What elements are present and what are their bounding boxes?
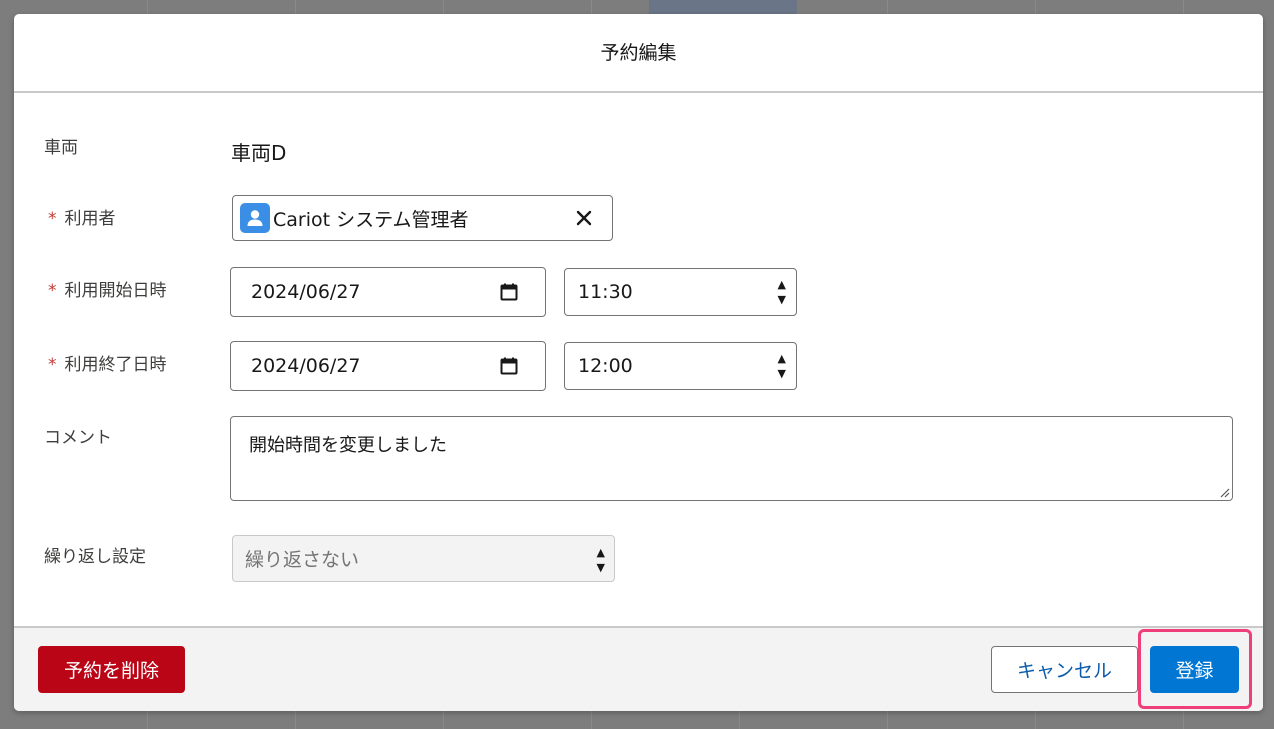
user-lookup-field[interactable]: Cariot システム管理者	[232, 195, 613, 241]
comment-textarea[interactable]: 開始時間を変更しました	[230, 416, 1233, 501]
time-spinner-icon[interactable]: ▲ ▼	[778, 351, 786, 381]
start-date-input[interactable]: 2024/06/27	[230, 267, 546, 317]
close-icon	[576, 210, 592, 226]
required-mark: *	[48, 209, 57, 229]
select-arrows-icon: ▲ ▼	[596, 546, 605, 574]
start-date-value: 2024/06/27	[251, 281, 361, 303]
background-stripe	[649, 0, 797, 14]
calendar-icon[interactable]	[500, 357, 518, 375]
edit-reservation-modal: 予約編集 車両 車両D * 利用者 Cariot システム管理者 * 利用開始日…	[14, 14, 1263, 711]
modal-title: 予約編集	[600, 42, 677, 64]
required-mark: *	[48, 355, 57, 375]
comment-value: 開始時間を変更しました	[249, 435, 447, 456]
required-mark: *	[48, 281, 57, 301]
modal-body: 車両 車両D * 利用者 Cariot システム管理者 * 利用開始日時 202…	[14, 93, 1263, 626]
modal-footer: 予約を削除 キャンセル 登録	[14, 626, 1263, 711]
start-label: * 利用開始日時	[44, 276, 167, 301]
end-date-value: 2024/06/27	[251, 355, 361, 377]
comment-label: コメント	[44, 428, 112, 448]
clear-user-button[interactable]	[574, 208, 594, 228]
delete-reservation-button[interactable]: 予約を削除	[38, 646, 185, 693]
user-avatar-icon	[240, 203, 270, 233]
user-label-text: 利用者	[64, 209, 116, 229]
end-time-input[interactable]: 12:00 ▲ ▼	[564, 342, 797, 390]
user-lookup-value: Cariot システム管理者	[273, 208, 469, 231]
vehicle-value: 車両D	[231, 141, 287, 165]
end-date-input[interactable]: 2024/06/27	[230, 341, 546, 391]
calendar-icon[interactable]	[500, 283, 518, 301]
start-time-value: 11:30	[578, 281, 633, 303]
vehicle-label: 車両	[44, 138, 78, 158]
repeat-label: 繰り返し設定	[44, 547, 146, 567]
resize-handle-icon[interactable]	[1218, 486, 1230, 498]
user-label: * 利用者	[44, 204, 116, 229]
end-time-value: 12:00	[578, 355, 633, 377]
cancel-button[interactable]: キャンセル	[991, 646, 1138, 693]
repeat-value: 繰り返さない	[245, 549, 360, 571]
time-spinner-icon[interactable]: ▲ ▼	[778, 277, 786, 307]
end-label-text: 利用終了日時	[64, 355, 167, 375]
end-label: * 利用終了日時	[44, 350, 167, 375]
start-time-input[interactable]: 11:30 ▲ ▼	[564, 268, 797, 316]
modal-header: 予約編集	[14, 14, 1263, 93]
save-button[interactable]: 登録	[1150, 646, 1239, 693]
repeat-select: 繰り返さない ▲ ▼	[232, 535, 615, 582]
start-label-text: 利用開始日時	[64, 281, 167, 301]
